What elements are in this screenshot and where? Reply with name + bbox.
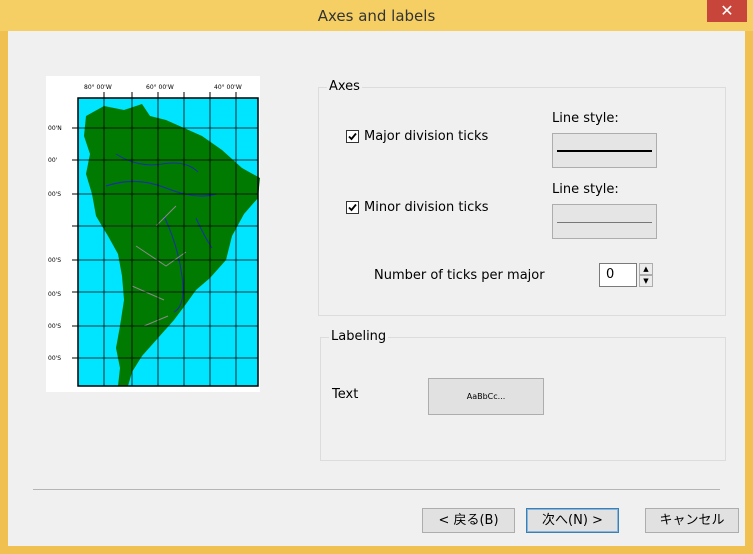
spin-down-icon[interactable]: ▼ [639, 275, 653, 287]
minor-line-style-label: Line style: [552, 182, 619, 197]
font-sample-text: AaBbCc... [466, 392, 506, 401]
window-title: Axes and labels [317, 7, 436, 25]
text-label: Text [332, 387, 359, 402]
labeling-group: Labeling Text AaBbCc... [320, 329, 726, 461]
major-ticks-label: Major division ticks [364, 129, 489, 144]
checkmark-icon [348, 132, 357, 141]
back-button[interactable]: < 戻る(B) [422, 508, 515, 533]
map-preview-graphic: 80° 00'W 60° 00'W 40° 00'W 00'N 00' 00'S… [46, 76, 260, 392]
labeling-group-title: Labeling [329, 329, 389, 344]
major-line-style-button[interactable] [552, 133, 657, 168]
map-left-label: 00'S [48, 191, 61, 198]
spin-up-icon[interactable]: ▲ [639, 263, 653, 275]
close-icon: ✕ [720, 1, 734, 20]
title-bar[interactable]: Axes and labels ✕ [0, 0, 753, 31]
map-left-label: 00'S [48, 355, 61, 362]
minor-line-style-button[interactable] [552, 204, 657, 239]
major-line-sample [557, 150, 652, 152]
ticks-per-major-label: Number of ticks per major [374, 268, 545, 283]
map-left-label: 00' [48, 157, 58, 164]
minor-ticks-checkbox[interactable] [346, 201, 359, 214]
checkmark-icon [348, 203, 357, 212]
ticks-per-major-input[interactable]: 0 [599, 263, 637, 287]
minor-line-sample [557, 222, 652, 223]
major-ticks-checkbox[interactable] [346, 130, 359, 143]
footer-separator [33, 489, 720, 490]
close-button[interactable]: ✕ [707, 0, 747, 22]
minor-ticks-label: Minor division ticks [364, 200, 489, 215]
map-left-label: 00'S [48, 323, 61, 330]
major-line-style-label: Line style: [552, 111, 619, 126]
axes-group: Axes Major division ticks Line style: Mi… [318, 79, 726, 316]
map-left-label: 00'S [48, 291, 61, 298]
map-top-label: 60° 00'W [146, 84, 174, 91]
text-font-button[interactable]: AaBbCc... [428, 378, 544, 415]
map-left-label: 00'S [48, 257, 61, 264]
cancel-button[interactable]: キャンセル [645, 508, 739, 533]
dialog-client-area: 80° 00'W 60° 00'W 40° 00'W 00'N 00' 00'S… [8, 31, 745, 546]
map-top-label: 80° 00'W [84, 84, 112, 91]
dialog-window: Axes and labels ✕ 80° 00'W 60° 00'W 40° … [0, 0, 753, 554]
axes-group-title: Axes [327, 79, 362, 94]
map-top-label: 40° 00'W [214, 84, 242, 91]
map-left-label: 00'N [48, 125, 62, 132]
next-button[interactable]: 次へ(N) > [526, 508, 619, 533]
map-preview: 80° 00'W 60° 00'W 40° 00'W 00'N 00' 00'S… [46, 76, 260, 392]
ticks-per-major-spinner[interactable]: ▲ ▼ [639, 263, 653, 287]
